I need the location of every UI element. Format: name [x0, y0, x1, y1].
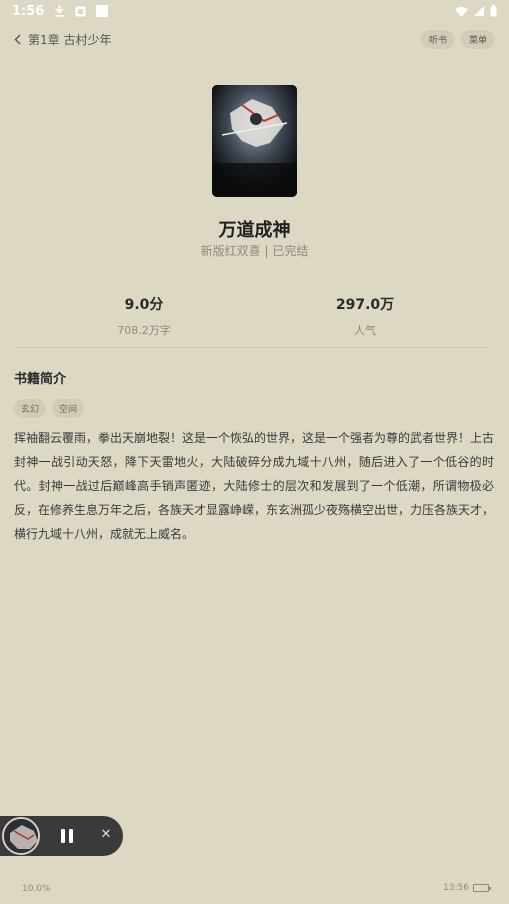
tag-item[interactable]: 空间 — [52, 399, 85, 418]
player-cover-thumb[interactable] — [2, 817, 40, 855]
pause-icon — [61, 829, 65, 843]
wifi-icon — [455, 6, 468, 17]
score-value: 9.0分 — [124, 297, 164, 313]
word-count: 708.2万字 — [117, 324, 171, 337]
tag-list: 玄幻 空间 — [14, 399, 85, 418]
intro-section-title: 书籍简介 — [14, 372, 67, 387]
reading-progress: 10.0% — [22, 884, 51, 894]
tag-item[interactable]: 玄幻 — [14, 399, 47, 418]
close-icon: ✕ — [100, 827, 112, 842]
top-nav: 第1章 古村少年 听书 菜单 — [0, 28, 509, 50]
status-bar: 1:56 — [0, 0, 509, 22]
book-stats: 9.0分 708.2万字 297.0万 人气 — [0, 294, 509, 338]
signal-icon — [474, 6, 484, 16]
battery-icon — [473, 884, 491, 892]
listen-button[interactable]: 听书 — [420, 29, 455, 49]
menu-button[interactable]: 菜单 — [460, 29, 495, 49]
book-author-status: 新版红双喜 | 已完结 — [200, 244, 309, 258]
notification-icon — [75, 6, 86, 17]
popularity-value: 297.0万 — [335, 297, 395, 313]
square-icon — [96, 5, 109, 17]
footer-time: 13:56 — [443, 883, 469, 893]
book-title: 万道成神 — [218, 220, 291, 241]
mini-player[interactable]: ✕ — [0, 816, 123, 856]
book-cover[interactable] — [212, 85, 297, 197]
chevron-left-icon — [14, 34, 22, 45]
pause-button[interactable] — [58, 827, 76, 845]
battery-icon — [490, 5, 497, 17]
popularity-label: 人气 — [354, 324, 376, 337]
stat-popularity: 297.0万 人气 — [285, 294, 445, 338]
close-button[interactable]: ✕ — [98, 827, 114, 843]
stat-score: 9.0分 708.2万字 — [64, 294, 224, 338]
back-button[interactable]: 第1章 古村少年 — [14, 31, 111, 48]
footer-status: 13:56 — [443, 883, 491, 893]
book-intro-text: 挥袖翻云覆雨，拳出天崩地裂！这是一个恢弘的世界，这是一个强者为尊的武者世界！上古… — [14, 431, 495, 541]
chapter-title: 第1章 古村少年 — [28, 32, 112, 47]
download-icon — [54, 5, 65, 17]
divider — [14, 347, 491, 348]
status-time: 1:56 — [12, 3, 45, 19]
